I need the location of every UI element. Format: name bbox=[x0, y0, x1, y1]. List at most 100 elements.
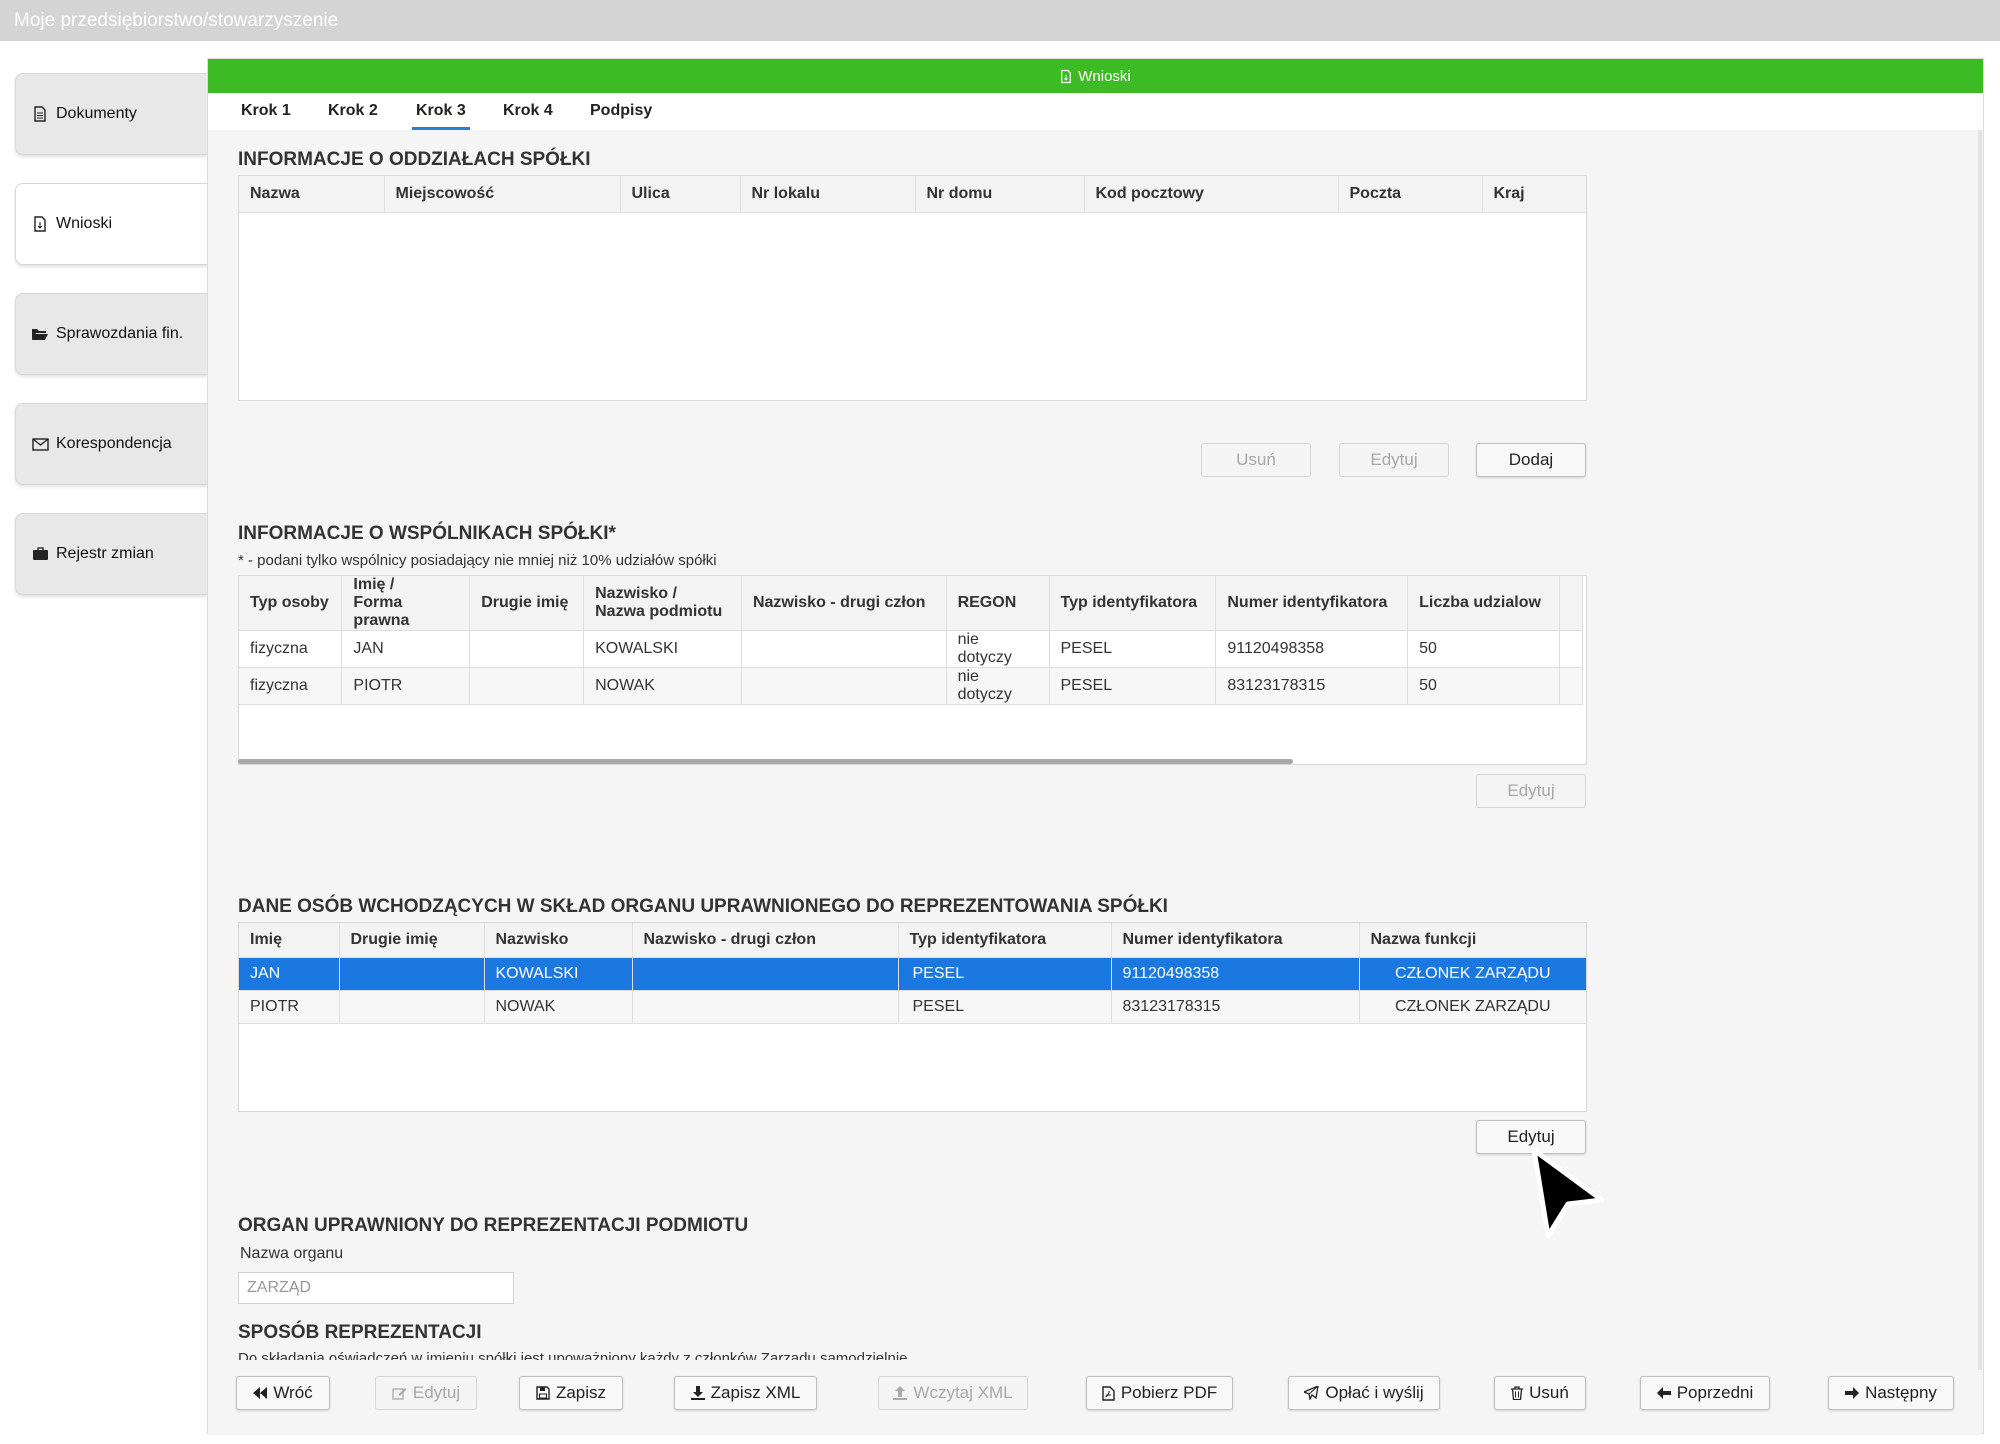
col-header-text: Drugie imię bbox=[481, 594, 569, 611]
sidebar-item-wnioski[interactable]: Wnioski bbox=[15, 183, 208, 265]
fast-backward-icon bbox=[253, 1387, 268, 1399]
col-header[interactable]: Drugie imię bbox=[339, 923, 485, 958]
next-button[interactable]: Następny bbox=[1828, 1376, 1954, 1410]
branches-title: INFORMACJE O ODDZIAŁACH SPÓŁKI bbox=[238, 149, 591, 170]
tab-podpisy[interactable]: Podpisy bbox=[588, 93, 654, 130]
table-row[interactable]: JAN KOWALSKI PESEL 91120498358 CZŁONEK ZARZĄ… bbox=[239, 957, 1586, 991]
col-header[interactable]: Nr lokalu bbox=[740, 176, 916, 213]
table-cell bbox=[339, 990, 485, 1024]
load-xml-button[interactable]: Wczytaj XML bbox=[878, 1376, 1028, 1410]
tab-krok-3[interactable]: Krok 3 bbox=[412, 93, 470, 130]
col-header-text: Typ osoby bbox=[250, 594, 329, 611]
col-header[interactable]: Ulica bbox=[620, 176, 741, 213]
col-header[interactable]: REGON bbox=[946, 576, 1050, 631]
branches-edit-button[interactable]: Edytuj bbox=[1339, 443, 1449, 477]
edit-button[interactable]: Edytuj bbox=[375, 1376, 477, 1410]
table-cell: 91120498358 bbox=[1111, 957, 1360, 991]
representation-title: SPOSÓB REPREZENTACJI bbox=[238, 1322, 482, 1343]
partners-title: INFORMACJE O WSPÓLNIKACH SPÓŁKI* bbox=[238, 523, 616, 544]
table-row[interactable]: PIOTR NOWAK PESEL 83123178315 CZŁONEK ZARZĄD… bbox=[239, 990, 1586, 1024]
tabs-bar: Krok 1 Krok 2 Krok 3 Krok 4 Podpisy bbox=[208, 93, 1983, 130]
col-header[interactable]: Nazwisko - drugi człon bbox=[741, 576, 947, 631]
col-header[interactable]: Nazwa bbox=[239, 176, 385, 213]
col-header[interactable]: Kod pocztowy bbox=[1084, 176, 1339, 213]
save-xml-button[interactable]: Zapisz XML bbox=[674, 1376, 817, 1410]
table-cell: CZŁONEK ZARZĄDU bbox=[1359, 990, 1586, 1024]
pay-send-button[interactable]: Opłać i wyślij bbox=[1288, 1376, 1440, 1410]
col-header-text: Liczba udzialow bbox=[1419, 594, 1541, 611]
col-header[interactable]: Miejscowość bbox=[384, 176, 621, 213]
file-icon bbox=[30, 215, 50, 233]
table-cell: nie dotyczy bbox=[946, 630, 1050, 668]
col-header-text: Nazwisko / bbox=[595, 585, 677, 602]
table-row[interactable]: fizyczna PIOTR NOWAK nie dotyczy PESEL 831231… bbox=[239, 667, 1584, 705]
col-header[interactable]: Kraj bbox=[1482, 176, 1586, 213]
table-cell: KOWALSKI bbox=[583, 630, 742, 668]
col-header[interactable]: Nazwisko - drugi człon bbox=[632, 923, 899, 958]
col-header[interactable]: Liczba udzialow bbox=[1407, 576, 1560, 631]
table-cell: 50 bbox=[1407, 630, 1560, 668]
branches-remove-button[interactable]: Usuń bbox=[1201, 443, 1311, 477]
table-cell bbox=[741, 667, 947, 705]
organ-name-input[interactable] bbox=[238, 1272, 514, 1304]
trash-icon bbox=[1511, 1386, 1524, 1400]
table-cell: KOWALSKI bbox=[484, 957, 633, 991]
col-header[interactable]: Nazwisko bbox=[484, 923, 633, 958]
download-pdf-button[interactable]: Pobierz PDF bbox=[1086, 1376, 1233, 1410]
table-cell: PESEL bbox=[1049, 667, 1217, 705]
col-header[interactable]: Poczta bbox=[1338, 176, 1483, 213]
partners-edit-button[interactable]: Edytuj bbox=[1476, 774, 1586, 808]
col-header[interactable]: Typ identyfikatora bbox=[898, 923, 1112, 958]
col-header-text: REGON bbox=[957, 594, 1017, 611]
branches-add-button[interactable]: Dodaj bbox=[1476, 443, 1586, 477]
sidebar-item-korespondencja[interactable]: Korespondencja bbox=[15, 403, 208, 485]
save-button[interactable]: Zapisz bbox=[519, 1376, 623, 1410]
arrow-right-icon bbox=[1845, 1387, 1860, 1399]
col-header[interactable]: Numer identyfikatora bbox=[1215, 576, 1409, 631]
representation-text: Do składania oświadczeń w imieniu spółki… bbox=[238, 1350, 912, 1360]
delete-button[interactable]: Usuń bbox=[1494, 1376, 1586, 1410]
sidebar-item-rejestr-zmian[interactable]: Rejestr zmian bbox=[15, 513, 208, 595]
table-cell: CZŁONEK ZARZĄDU bbox=[1359, 957, 1586, 991]
sidebar-item-label: Rejestr zmian bbox=[56, 545, 154, 562]
col-header[interactable]: Nazwisko / Nazwa podmiotu bbox=[583, 576, 742, 631]
panel-header: Wnioski bbox=[208, 59, 1983, 93]
table-cell: PIOTR bbox=[239, 990, 340, 1024]
col-header-empty bbox=[1559, 576, 1584, 631]
download-icon bbox=[690, 1386, 705, 1400]
col-header-text: Imię / bbox=[353, 576, 395, 593]
table-row[interactable]: fizyczna JAN KOWALSKI nie dotyczy PESEL 91120… bbox=[239, 630, 1584, 668]
horizontal-scrollbar[interactable] bbox=[238, 759, 1293, 764]
sidebar-item-sprawozdania[interactable]: Sprawozdania fin. bbox=[15, 293, 208, 375]
organ-field-label: Nazwa organu bbox=[240, 1245, 344, 1262]
table-cell bbox=[1559, 630, 1584, 668]
tab-krok-1[interactable]: Krok 1 bbox=[239, 93, 293, 130]
table-cell: fizyczna bbox=[239, 630, 343, 668]
table-cell bbox=[741, 630, 947, 668]
table-cell bbox=[1559, 667, 1584, 705]
send-icon bbox=[1304, 1386, 1320, 1400]
tab-krok-4[interactable]: Krok 4 bbox=[501, 93, 555, 130]
window-title: Moje przedsiębiorstwo/stowarzyszenie bbox=[0, 0, 2000, 41]
col-header-text: Nazwisko - drugi człon bbox=[752, 594, 926, 611]
main-panel: Wnioski Krok 1 Krok 2 Krok 3 Krok 4 Podp… bbox=[207, 58, 1984, 1435]
col-header[interactable]: Imię bbox=[239, 923, 340, 958]
sidebar-item-label: Korespondencja bbox=[56, 435, 172, 452]
table-cell: NOWAK bbox=[484, 990, 633, 1024]
vertical-scrollbar[interactable] bbox=[1978, 130, 1982, 1370]
col-header[interactable]: Nr domu bbox=[915, 176, 1085, 213]
sidebar-item-dokumenty[interactable]: Dokumenty bbox=[15, 73, 208, 155]
col-header[interactable]: Numer identyfikatora bbox=[1111, 923, 1360, 958]
col-header[interactable]: Imię / Forma prawna bbox=[341, 576, 471, 631]
previous-button[interactable]: Poprzedni bbox=[1640, 1376, 1770, 1410]
table-cell: JAN bbox=[239, 957, 340, 991]
col-header[interactable]: Drugie imię bbox=[469, 576, 585, 631]
partners-table: Typ osoby Imię / Forma prawna Drugie imię Na… bbox=[238, 575, 1587, 765]
col-header[interactable]: Nazwa funkcji bbox=[1359, 923, 1586, 958]
tab-krok-2[interactable]: Krok 2 bbox=[326, 93, 380, 130]
col-header[interactable]: Typ osoby bbox=[239, 576, 343, 631]
back-button[interactable]: Wróć bbox=[236, 1376, 330, 1410]
table-cell: 83123178315 bbox=[1111, 990, 1360, 1024]
table-cell: PIOTR bbox=[341, 667, 471, 705]
col-header[interactable]: Typ identyfikatora bbox=[1049, 576, 1217, 631]
